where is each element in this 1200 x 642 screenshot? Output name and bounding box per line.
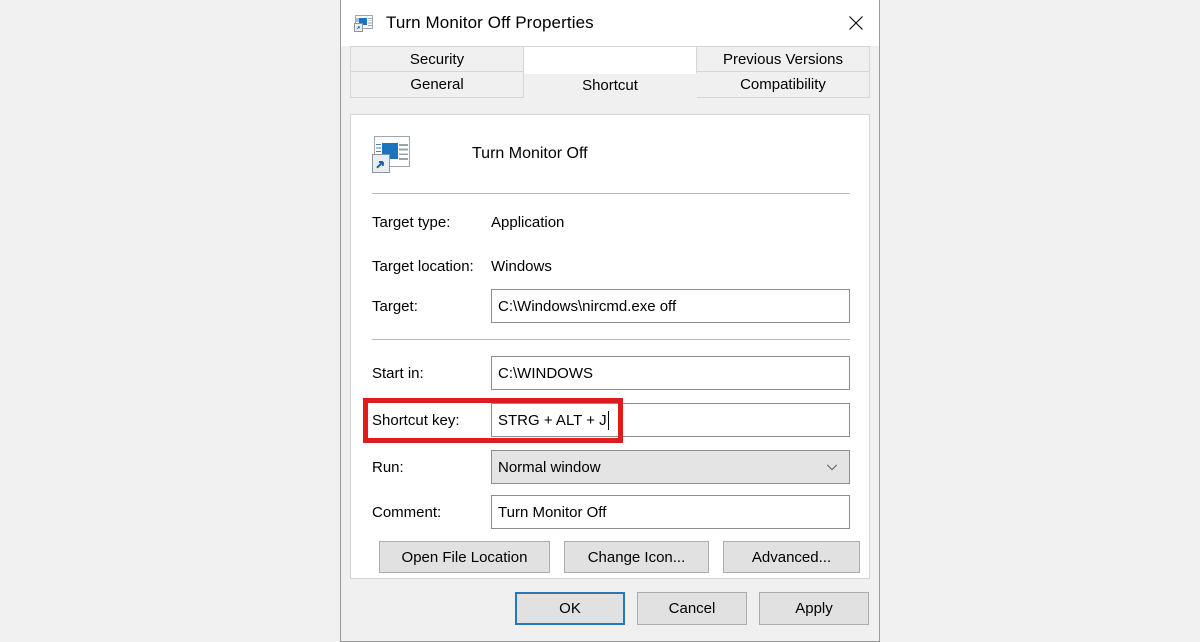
- separator-middle: [372, 339, 850, 340]
- tab-row-bottom: General Shortcut Compatibility: [350, 46, 870, 98]
- shortcut-application-icon-large: [372, 133, 412, 175]
- title-bar: Turn Monitor Off Properties: [341, 0, 879, 46]
- tab-strip: Security Details Previous Versions Gener…: [350, 46, 870, 98]
- apply-button[interactable]: Apply: [759, 592, 869, 625]
- close-icon[interactable]: [833, 0, 879, 46]
- start-in-input[interactable]: C:\WINDOWS: [491, 356, 850, 390]
- open-file-location-button[interactable]: Open File Location: [379, 541, 550, 573]
- comment-input[interactable]: Turn Monitor Off: [491, 495, 850, 529]
- run-label: Run:: [372, 458, 404, 476]
- shortcut-action-buttons: Open File Location Change Icon... Advanc…: [379, 541, 860, 573]
- target-type-label: Target type:: [372, 214, 451, 231]
- field-run: Run: Normal window: [372, 450, 850, 484]
- run-selected-value: Normal window: [498, 458, 601, 476]
- separator-top: [372, 193, 850, 194]
- properties-dialog: Turn Monitor Off Properties Security Det…: [340, 0, 880, 642]
- window-title: Turn Monitor Off Properties: [386, 13, 594, 32]
- tab-shortcut[interactable]: Shortcut: [524, 46, 697, 94]
- field-start-in: Start in: C:\WINDOWS: [372, 356, 850, 390]
- chevron-down-icon: [825, 451, 839, 483]
- run-dropdown[interactable]: Normal window: [491, 450, 850, 484]
- tab-previous-versions[interactable]: Previous Versions: [697, 46, 870, 72]
- start-in-label: Start in:: [372, 364, 424, 382]
- comment-label: Comment:: [372, 503, 442, 521]
- cancel-button[interactable]: Cancel: [637, 592, 747, 625]
- field-target: Target: C:\Windows\nircmd.exe off: [372, 289, 850, 323]
- shortcut-tab-panel: Turn Monitor Off Target type: Applicatio…: [350, 114, 870, 579]
- shortcut-header: Turn Monitor Off: [372, 133, 588, 175]
- field-target-location: Target location: Windows: [372, 258, 850, 275]
- field-target-type: Target type: Application: [372, 214, 850, 231]
- shortcut-key-value: STRG + ALT + J: [498, 411, 607, 429]
- tab-general[interactable]: General: [350, 72, 524, 98]
- tab-compatibility[interactable]: Compatibility: [697, 72, 870, 98]
- field-comment: Comment: Turn Monitor Off: [372, 495, 850, 529]
- target-type-value: Application: [491, 214, 565, 231]
- shortcut-key-label: Shortcut key:: [372, 411, 460, 429]
- shortcut-key-input[interactable]: STRG + ALT + J: [491, 403, 850, 437]
- target-location-label: Target location:: [372, 258, 474, 275]
- text-caret: [607, 410, 609, 430]
- shortcut-application-icon: [354, 13, 374, 33]
- tab-security[interactable]: Security: [350, 46, 524, 72]
- shortcut-name-label: Turn Monitor Off: [472, 145, 588, 162]
- advanced-button[interactable]: Advanced...: [723, 541, 860, 573]
- ok-button[interactable]: OK: [515, 592, 625, 625]
- target-input[interactable]: C:\Windows\nircmd.exe off: [491, 289, 850, 323]
- dialog-button-bar: OK Cancel Apply: [341, 592, 879, 625]
- target-location-value: Windows: [491, 258, 552, 275]
- field-shortcut-key: Shortcut key: STRG + ALT + J: [372, 403, 850, 437]
- change-icon-button[interactable]: Change Icon...: [564, 541, 709, 573]
- target-label: Target:: [372, 297, 418, 315]
